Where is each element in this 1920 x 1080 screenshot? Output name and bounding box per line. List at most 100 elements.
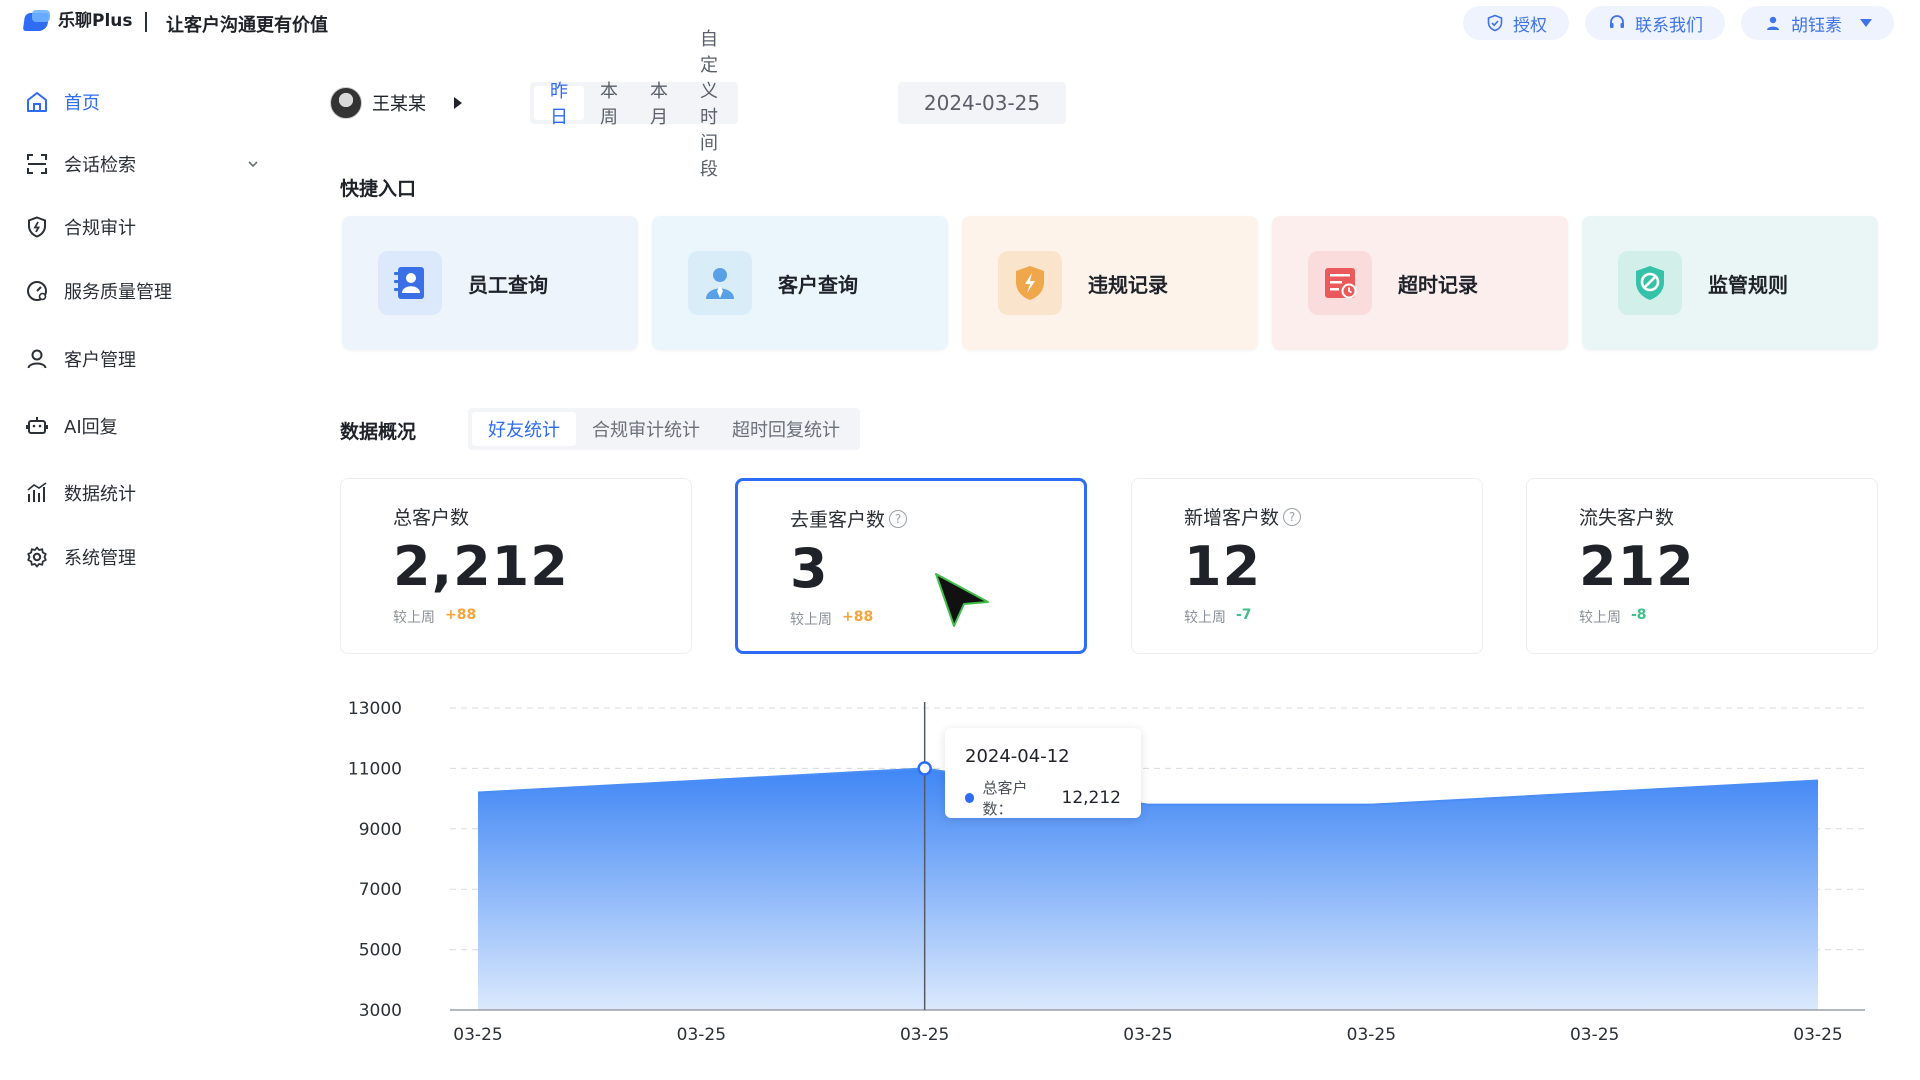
stat-card-total-customers[interactable]: 总客户数 2,212 较上周 +88 (340, 478, 692, 654)
chart-tooltip: 2024-04-12 总客户数： 12,212 (945, 728, 1141, 818)
headset-icon (1607, 13, 1627, 33)
stat-card-new-customers[interactable]: 新增客户数? 12 较上周 -7 (1131, 478, 1483, 654)
x-tick-label: 03-25 (1793, 1025, 1842, 1045)
y-tick-label: 11000 (348, 759, 402, 779)
sidebar-item-system-management[interactable]: 系统管理 (24, 542, 260, 572)
bar-chart-icon (24, 480, 50, 506)
quick-card-label: 监管规则 (1708, 272, 1788, 297)
stat-label: 新增客户数 (1184, 507, 1280, 529)
filter-bar: 王某某 昨日 本周 本月 自定义时间段 2024-03-25 (330, 29, 1066, 180)
period-this-week[interactable]: 本周 (584, 81, 634, 128)
robot-icon (24, 413, 50, 439)
stat-delta: -8 (1631, 607, 1647, 623)
quick-card-label: 违规记录 (1088, 272, 1168, 297)
customer-icon (688, 251, 752, 315)
compare-label: 较上周 (790, 612, 832, 628)
gauge-icon (24, 278, 50, 304)
authorize-button[interactable]: 授权 (1463, 6, 1569, 40)
stat-value: 3 (790, 537, 829, 600)
sidebar-item-service-quality[interactable]: 服务质量管理 (24, 276, 260, 306)
x-tick-label: 03-25 (1347, 1025, 1396, 1045)
sidebar-item-compliance-audit[interactable]: 合规审计 (24, 212, 260, 242)
quick-card-customer-query[interactable]: 客户查询 (652, 216, 948, 350)
tooltip-date: 2024-04-12 (965, 746, 1070, 767)
logo-name: 乐聊Plus (58, 10, 133, 31)
sidebar-item-session-search[interactable]: 会话检索 (24, 149, 260, 179)
authorize-label: 授权 (1513, 15, 1547, 36)
overview-tabs: 好友统计 合规审计统计 超时回复统计 (468, 408, 860, 450)
employee-book-icon (378, 251, 442, 315)
hover-point (917, 761, 932, 776)
user-icon (1763, 13, 1783, 33)
data-overview-title: 数据概况 (340, 421, 417, 443)
quick-card-violation-record[interactable]: 违规记录 (962, 216, 1258, 350)
sidebar-item-customer-management[interactable]: 客户管理 (24, 344, 260, 374)
period-this-month[interactable]: 本月 (634, 81, 684, 128)
x-tick-label: 03-25 (900, 1025, 949, 1045)
y-tick-label: 9000 (359, 820, 402, 840)
quick-entry-title: 快捷入口 (340, 178, 417, 200)
sidebar-item-label: 数据统计 (64, 484, 136, 505)
quick-card-label: 员工查询 (468, 272, 548, 297)
app-slogan: 让客户沟通更有价值 (166, 15, 328, 36)
help-icon[interactable]: ? (1283, 507, 1302, 526)
stat-label: 去重客户数 (790, 509, 886, 531)
date-picker[interactable]: 2024-03-25 (898, 82, 1066, 124)
x-tick-label: 03-25 (453, 1025, 502, 1045)
compare-label: 较上周 (1579, 610, 1621, 626)
stat-delta: +88 (445, 607, 477, 623)
stat-delta: -7 (1236, 607, 1252, 623)
tab-compliance-audit-stats[interactable]: 合规审计统计 (576, 412, 716, 446)
stat-value: 212 (1579, 535, 1695, 598)
quick-card-label: 超时记录 (1398, 272, 1478, 297)
mouse-cursor-icon (934, 572, 992, 632)
chevron-down-icon[interactable] (246, 155, 260, 176)
quick-card-label: 客户查询 (778, 272, 858, 297)
x-tick-label: 03-25 (677, 1025, 726, 1045)
contact-us-button[interactable]: 联系我们 (1585, 6, 1725, 40)
person-icon (24, 346, 50, 372)
tab-friend-stats[interactable]: 好友统计 (472, 412, 576, 446)
sidebar-item-label: AI回复 (64, 417, 118, 438)
period-selector: 昨日 本周 本月 自定义时间段 (530, 29, 738, 180)
y-tick-label: 3000 (359, 1001, 402, 1021)
compare-label: 较上周 (1184, 610, 1226, 626)
top-bar: 乐聊Plus 让客户沟通更有价值 授权 联系我们 胡钰素 (0, 0, 1920, 44)
sidebar-item-label: 系统管理 (64, 548, 136, 569)
stat-card-unique-customers[interactable]: 去重客户数? 3 较上周 +88 (735, 478, 1087, 654)
sidebar-item-label: 会话检索 (64, 155, 136, 176)
quick-card-supervision-rules[interactable]: 监管规则 (1582, 216, 1878, 350)
shield-warning-icon (998, 251, 1062, 315)
series-dot (965, 793, 975, 803)
tooltip-value: 12,212 (1061, 788, 1121, 808)
stat-value: 2,212 (393, 535, 569, 598)
sidebar-item-label: 首页 (64, 93, 100, 114)
sidebar-item-ai-reply[interactable]: AI回复 (24, 411, 260, 441)
quick-card-employee-query[interactable]: 员工查询 (342, 216, 638, 350)
period-yesterday[interactable]: 昨日 (534, 81, 584, 128)
avatar[interactable] (330, 87, 362, 119)
stat-card-lost-customers[interactable]: 流失客户数 212 较上周 -8 (1526, 478, 1878, 654)
quick-card-timeout-record[interactable]: 超时记录 (1272, 216, 1568, 350)
shield-bolt-icon (24, 214, 50, 240)
timeout-record-icon (1308, 251, 1372, 315)
sidebar-item-data-statistics[interactable]: 数据统计 (24, 478, 260, 508)
selected-user-name[interactable]: 王某某 (372, 90, 426, 116)
tooltip-series-label: 总客户数： (982, 779, 1028, 818)
caret-down-icon (1860, 19, 1872, 27)
x-tick-label: 03-25 (1123, 1025, 1172, 1045)
help-icon[interactable]: ? (889, 509, 908, 528)
stat-label: 总客户数 (393, 507, 470, 529)
tab-timeout-reply-stats[interactable]: 超时回复统计 (716, 412, 856, 446)
sidebar-item-home[interactable]: 首页 (24, 87, 260, 117)
stat-label: 流失客户数 (1579, 507, 1675, 529)
caret-right-icon[interactable] (454, 97, 462, 109)
period-custom[interactable]: 自定义时间段 (684, 29, 734, 180)
y-tick-label: 7000 (359, 880, 402, 900)
app-logo[interactable]: 乐聊Plus (22, 8, 133, 34)
sidebar-item-label: 客户管理 (64, 350, 136, 371)
user-menu-button[interactable]: 胡钰素 (1741, 6, 1894, 40)
gear-icon (24, 544, 50, 570)
home-icon (24, 89, 50, 115)
stat-value: 12 (1184, 535, 1262, 598)
